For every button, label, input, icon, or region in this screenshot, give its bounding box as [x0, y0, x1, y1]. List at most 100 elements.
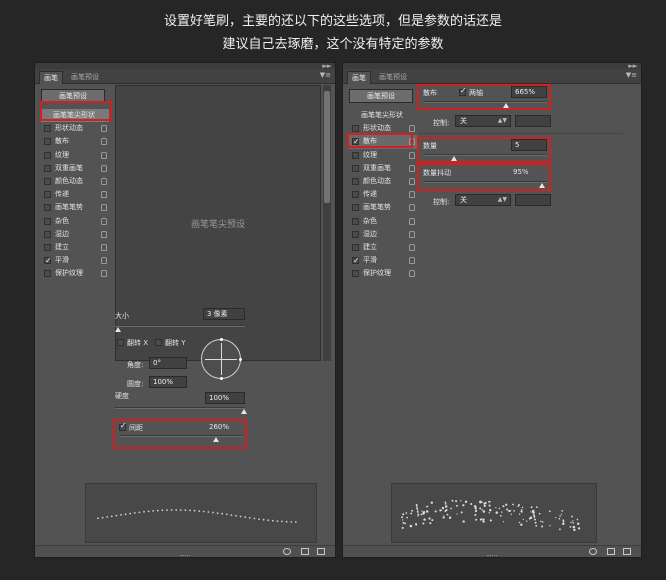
hardness-field[interactable]: 100%	[205, 392, 245, 404]
size-field[interactable]: 3 像素	[203, 308, 245, 320]
option-checkbox[interactable]	[352, 204, 359, 212]
option-row[interactable]: 颜色动态	[349, 175, 417, 188]
option-checkbox[interactable]	[352, 177, 359, 185]
lock-icon[interactable]	[101, 164, 107, 172]
spacing-value[interactable]: 260%	[209, 423, 229, 431]
panel-menu-icon[interactable]: ▼≡	[626, 71, 637, 79]
resize-grip[interactable]	[487, 555, 497, 556]
new-preset-icon[interactable]	[317, 548, 325, 555]
option-checkbox[interactable]	[352, 254, 360, 267]
count-jitter-slider[interactable]	[423, 181, 547, 183]
lock-icon[interactable]	[101, 177, 107, 185]
lock-icon[interactable]	[409, 125, 415, 133]
option-checkbox[interactable]	[44, 177, 51, 185]
brush-grid-scrollbar[interactable]	[323, 85, 331, 361]
tab-brush[interactable]: 画笔	[347, 71, 371, 84]
option-row[interactable]: 建立	[349, 241, 417, 254]
option-checkbox[interactable]	[44, 204, 51, 212]
option-checkbox[interactable]	[352, 151, 359, 159]
option-row[interactable]: 保护纹理	[41, 267, 109, 280]
option-row[interactable]: 纹理	[41, 149, 109, 162]
hardness-slider-knob[interactable]	[241, 409, 247, 414]
control2-select[interactable]: 关 ▲▼	[455, 194, 511, 206]
option-checkbox[interactable]	[44, 151, 51, 159]
brush-grid-icon[interactable]	[301, 548, 309, 555]
option-row[interactable]: 保护纹理	[349, 267, 417, 280]
tab-brush-presets[interactable]: 画笔预设	[67, 71, 103, 84]
scatter-slider[interactable]	[423, 101, 547, 103]
lock-icon[interactable]	[409, 151, 415, 159]
lock-icon[interactable]	[409, 204, 415, 212]
option-row[interactable]: 双重画笔	[41, 162, 109, 175]
option-checkbox[interactable]	[44, 125, 51, 133]
option-checkbox[interactable]	[352, 217, 359, 225]
option-row[interactable]: 传递	[349, 188, 417, 201]
roundness-field[interactable]: 100%	[149, 376, 187, 388]
option-checkbox[interactable]	[352, 191, 359, 199]
option-brush-tip-shape[interactable]: 画笔笔尖形状	[349, 109, 417, 122]
lock-icon[interactable]	[409, 164, 415, 172]
option-checkbox[interactable]	[44, 243, 51, 251]
dial-handle-right[interactable]	[239, 358, 242, 361]
count-field[interactable]: 5	[511, 139, 547, 151]
option-row[interactable]: 建立	[41, 241, 109, 254]
lock-icon[interactable]	[409, 177, 415, 185]
lock-icon[interactable]	[101, 138, 107, 146]
scatter-slider-knob[interactable]	[503, 103, 509, 108]
option-checkbox[interactable]	[44, 230, 51, 238]
spacing-slider-knob[interactable]	[213, 437, 219, 442]
option-checkbox[interactable]	[44, 270, 51, 278]
dial-handle-bottom[interactable]	[220, 377, 223, 380]
flip-y-checkbox[interactable]	[155, 339, 162, 346]
control-select[interactable]: 关 ▲▼	[455, 115, 511, 127]
angle-field[interactable]: 0°	[149, 357, 187, 369]
spacing-slider[interactable]	[119, 435, 243, 437]
option-checkbox[interactable]	[352, 230, 359, 238]
dial-handle-top[interactable]	[220, 338, 223, 341]
lock-icon[interactable]	[409, 257, 415, 265]
option-row[interactable]: 颜色动态	[41, 175, 109, 188]
lock-icon[interactable]	[101, 230, 107, 238]
lock-icon[interactable]	[101, 191, 107, 199]
count-slider[interactable]	[423, 154, 547, 156]
scrollbar-thumb[interactable]	[324, 91, 330, 203]
option-checkbox[interactable]	[44, 254, 52, 267]
lock-icon[interactable]	[409, 230, 415, 238]
tab-brush[interactable]: 画笔	[39, 71, 63, 84]
option-row[interactable]: 湿边	[349, 228, 417, 241]
lock-icon[interactable]	[409, 270, 415, 278]
option-checkbox[interactable]	[44, 164, 51, 172]
lock-icon[interactable]	[101, 243, 107, 251]
new-preset-icon[interactable]	[623, 548, 631, 555]
lock-icon[interactable]	[101, 125, 107, 133]
option-checkbox[interactable]	[44, 217, 51, 225]
option-row[interactable]: 传递	[41, 188, 109, 201]
tab-brush-presets[interactable]: 画笔预设	[375, 71, 411, 84]
toggle-live-tip-icon[interactable]	[589, 548, 597, 555]
lock-icon[interactable]	[101, 151, 107, 159]
brush-presets-button[interactable]: 画笔预设	[349, 89, 413, 103]
scatter-field[interactable]: 665%	[511, 86, 547, 98]
spacing-checkbox[interactable]	[119, 421, 127, 431]
lock-icon[interactable]	[409, 217, 415, 225]
count-jitter-value[interactable]: 95%	[513, 168, 529, 176]
lock-icon[interactable]	[409, 191, 415, 199]
lock-icon[interactable]	[101, 204, 107, 212]
count-jitter-slider-knob[interactable]	[539, 183, 545, 188]
both-axes-checkbox[interactable]	[459, 86, 467, 96]
option-row[interactable]: 双重画笔	[349, 162, 417, 175]
lock-icon[interactable]	[101, 257, 107, 265]
option-row[interactable]: 画笔笔势	[349, 201, 417, 214]
count-slider-knob[interactable]	[451, 156, 457, 161]
option-row[interactable]: 散布	[41, 135, 109, 148]
option-row[interactable]: 杂色	[349, 215, 417, 228]
size-slider-knob[interactable]	[115, 327, 121, 332]
option-checkbox[interactable]	[352, 125, 359, 133]
option-row[interactable]: 画笔笔势	[41, 201, 109, 214]
hardness-slider[interactable]	[115, 407, 245, 409]
lock-icon[interactable]	[409, 243, 415, 251]
option-checkbox[interactable]	[352, 243, 359, 251]
option-row[interactable]: 湿边	[41, 228, 109, 241]
size-slider[interactable]	[115, 325, 245, 327]
option-row[interactable]: 平滑	[41, 254, 109, 267]
